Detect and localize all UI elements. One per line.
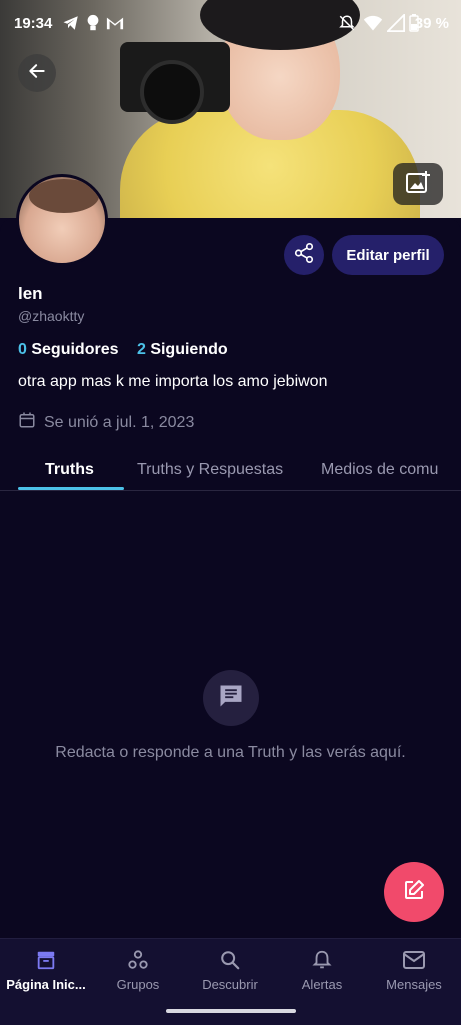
- active-tab-indicator: [18, 487, 124, 490]
- avatar[interactable]: [16, 174, 108, 266]
- gmail-icon: [106, 15, 124, 35]
- profile-tabs: Truths Truths y Respuestas Medios de com…: [0, 452, 461, 491]
- empty-state-icon-wrap: [203, 670, 259, 726]
- nav-home-label: Página Inic...: [6, 977, 86, 992]
- followers-link[interactable]: 0 Seguidores: [18, 341, 123, 358]
- profile-panel: [0, 218, 461, 938]
- signal-icon: [385, 12, 405, 36]
- status-time: 19:34: [14, 15, 53, 32]
- status-bar: 19:34 39 %: [0, 0, 461, 48]
- back-button[interactable]: [18, 54, 56, 92]
- profile-name: len: [18, 284, 43, 303]
- followers-label: Seguidores: [31, 341, 119, 358]
- banner-camera-lens: [140, 60, 204, 124]
- arrow-left-icon: [27, 61, 47, 86]
- edit-profile-button[interactable]: Editar perfil: [332, 235, 444, 275]
- groups-icon: [92, 947, 184, 973]
- wifi-icon: [363, 14, 383, 36]
- nav-home[interactable]: Página Inic...: [0, 947, 92, 992]
- gesture-bar[interactable]: [166, 1009, 296, 1013]
- message-icon: [217, 682, 245, 715]
- mail-icon: [368, 947, 460, 973]
- home-icon: [0, 947, 92, 973]
- nav-messages-label: Mensajes: [386, 977, 442, 992]
- followers-count: 0: [18, 341, 27, 358]
- lightbulb-icon: [86, 14, 100, 36]
- tab-truths[interactable]: Truths: [45, 461, 94, 479]
- profile-stats: 0 Seguidores 2 Siguiendo: [18, 341, 228, 359]
- telegram-icon: [62, 14, 80, 36]
- bell-icon: [276, 947, 368, 973]
- following-count: 2: [136, 341, 146, 358]
- tab-media[interactable]: Medios de comu: [321, 461, 438, 479]
- tab-truths-replies[interactable]: Truths y Respuestas: [137, 461, 283, 479]
- mute-icon: [338, 14, 356, 36]
- search-icon: [184, 947, 276, 973]
- avatar-hair: [29, 179, 99, 213]
- nav-groups-label: Grupos: [116, 977, 160, 992]
- compose-icon: [402, 878, 426, 907]
- calendar-icon: [18, 411, 36, 434]
- nav-discover-label: Descubrir: [202, 977, 258, 992]
- battery-percent: 39 %: [414, 15, 449, 32]
- edit-banner-button[interactable]: [393, 163, 443, 205]
- joined-text: Se unió a jul. 1, 2023: [44, 413, 195, 431]
- nav-discover[interactable]: Descubrir: [184, 947, 276, 992]
- following-link[interactable]: 2 Siguiendo: [137, 341, 228, 358]
- empty-state-message: Redacta o responde a una Truth y las ver…: [55, 744, 406, 761]
- profile-handle: @zhaoktty: [18, 308, 85, 324]
- profile-bio: otra app mas k me importa los amo jebiwo…: [18, 373, 328, 390]
- share-icon: [293, 242, 315, 269]
- add-photo-icon: [405, 170, 431, 199]
- nav-messages[interactable]: Mensajes: [368, 947, 460, 992]
- nav-groups[interactable]: Grupos: [92, 947, 184, 992]
- nav-alerts[interactable]: Alertas: [276, 947, 368, 992]
- share-button[interactable]: [284, 235, 324, 275]
- joined-date: Se unió a jul. 1, 2023: [18, 411, 194, 434]
- nav-alerts-label: Alertas: [301, 977, 343, 992]
- compose-button[interactable]: [384, 862, 444, 922]
- following-label: Siguiendo: [150, 341, 228, 358]
